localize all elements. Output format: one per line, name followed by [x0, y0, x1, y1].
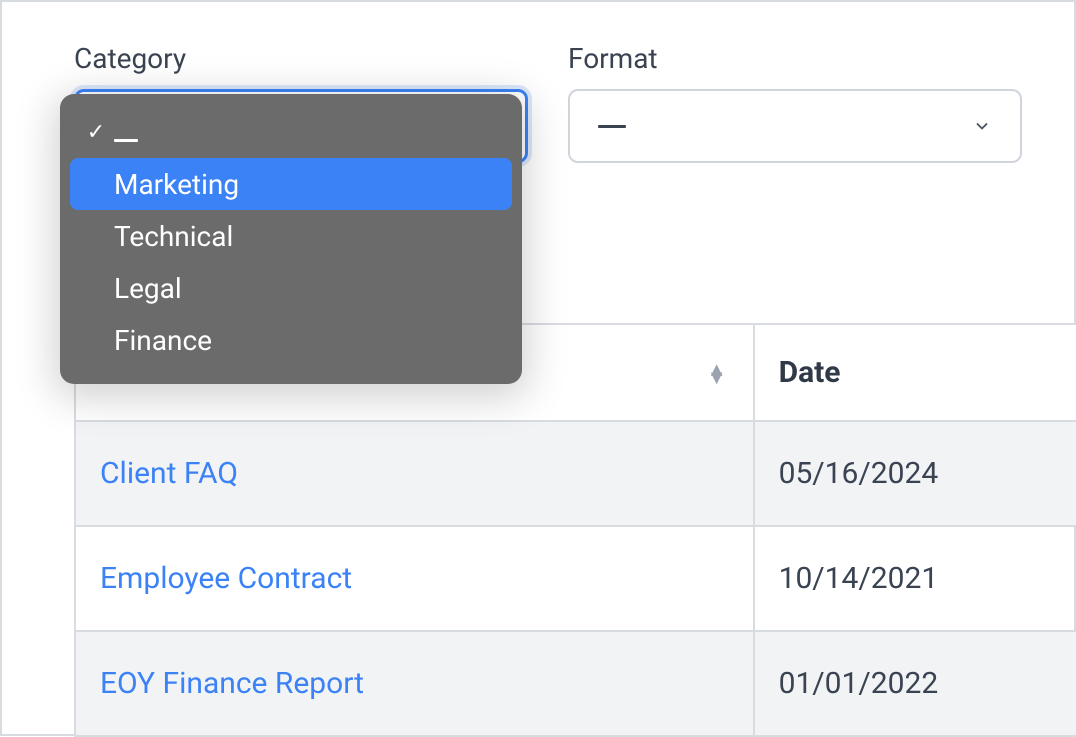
category-label: Category [74, 42, 528, 75]
sort-icon: ▲▼ [707, 365, 727, 381]
format-label: Format [568, 42, 1022, 75]
table-row: EOY Finance Report01/01/2022 [75, 631, 1076, 736]
dropdown-option[interactable]: Marketing [70, 158, 512, 210]
dropdown-option-label: Legal [110, 272, 182, 305]
table-row: Employee Contract10/14/2021 [75, 526, 1076, 631]
documents-table: Name ▲▼ Date Client FAQ05/16/2024Employe… [74, 323, 1076, 737]
dropdown-option-label: Marketing [110, 168, 239, 201]
format-selected-value [598, 125, 626, 128]
chevron-down-icon [972, 116, 992, 136]
document-name-cell[interactable]: Client FAQ [75, 421, 754, 526]
column-header-date-label: Date [779, 355, 841, 390]
format-filter-group: Format [568, 42, 1022, 163]
document-date-cell: 05/16/2024 [754, 421, 1076, 526]
dropdown-option-label: Technical [110, 220, 233, 253]
column-header-date[interactable]: Date [754, 324, 1076, 421]
dropdown-option[interactable]: Finance [70, 314, 512, 366]
table-row: Client FAQ05/16/2024 [75, 421, 1076, 526]
document-name-cell[interactable]: Employee Contract [75, 526, 754, 631]
format-select[interactable] [568, 89, 1022, 163]
document-date-cell: 01/01/2022 [754, 631, 1076, 736]
dropdown-option[interactable]: Technical [70, 210, 512, 262]
category-dropdown: ✓Marketing Technical Legal Finance [60, 94, 522, 384]
check-icon: ✓ [82, 120, 110, 145]
document-name-cell[interactable]: EOY Finance Report [75, 631, 754, 736]
document-date-cell: 10/14/2021 [754, 526, 1076, 631]
dropdown-option[interactable]: ✓ [70, 106, 512, 158]
dropdown-option-label: Finance [110, 324, 212, 357]
dropdown-option-label [110, 116, 138, 149]
dropdown-option[interactable]: Legal [70, 262, 512, 314]
